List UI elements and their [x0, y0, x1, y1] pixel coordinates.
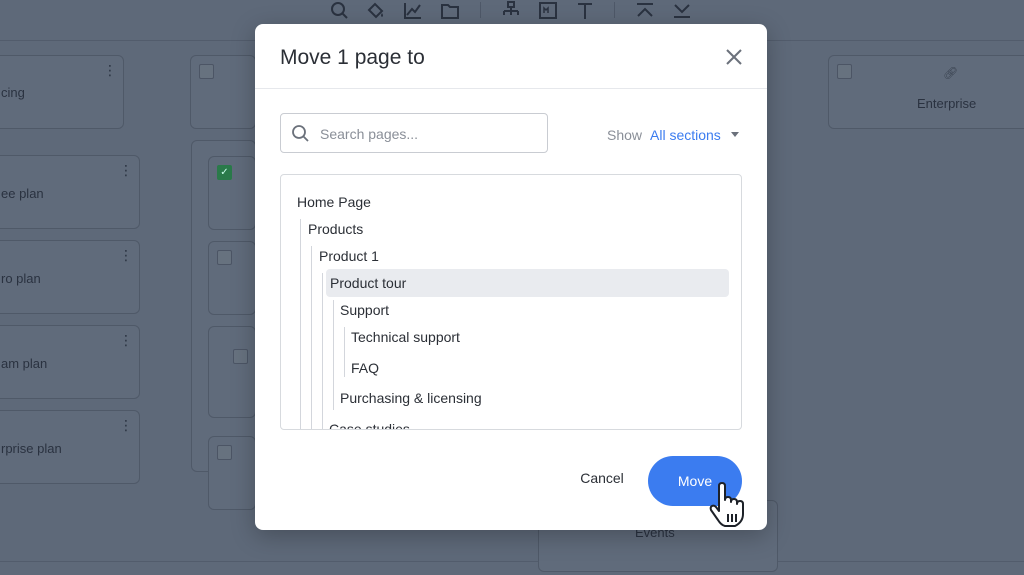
- card-label: ee plan: [1, 186, 44, 201]
- dialog-header: Move 1 page to: [255, 24, 767, 89]
- search-box: [280, 113, 548, 154]
- cancel-button[interactable]: Cancel: [567, 470, 637, 492]
- card-label: ro plan: [1, 271, 41, 286]
- card-label: Enterprise: [917, 96, 977, 111]
- card-label: rprise plan: [1, 441, 62, 456]
- card-checkbox: [199, 64, 214, 79]
- tree-item-purchasing-licensing[interactable]: Purchasing & licensing: [340, 390, 482, 410]
- tree-item-technical-support[interactable]: Technical support: [351, 329, 460, 349]
- sitemap-icon[interactable]: [500, 0, 522, 22]
- page-tree[interactable]: Home Page Products Product 1 Product tou…: [280, 174, 742, 430]
- link-icon: 🔗︎: [943, 66, 959, 80]
- background-card: rprise plan ⋮: [0, 410, 140, 484]
- more-options-icon: ⋮: [119, 332, 133, 348]
- card-label: cing: [1, 85, 25, 100]
- card-checkbox: [837, 64, 852, 79]
- show-label: Show: [607, 127, 643, 143]
- chevron-down-icon[interactable]: [730, 129, 740, 139]
- card-checkbox: [233, 349, 248, 364]
- more-options-icon: ⋮: [119, 247, 133, 263]
- search-icon: [292, 125, 309, 142]
- text-icon[interactable]: [574, 0, 596, 22]
- background-card: ro plan ⋮: [0, 240, 140, 314]
- close-icon: [726, 49, 742, 65]
- card-checkbox-checked: ✓: [217, 165, 232, 180]
- background-card: 🔗︎ Enterprise: [828, 55, 1024, 129]
- background-card: am plan ⋮: [0, 325, 140, 399]
- move-page-dialog: Move 1 page to Show All sections Home Pa…: [255, 24, 767, 530]
- section-filter-dropdown[interactable]: All sections: [650, 127, 721, 143]
- more-options-icon: ⋮: [119, 417, 133, 433]
- collapse-down-icon[interactable]: [671, 0, 693, 22]
- paint-bucket-icon[interactable]: [365, 0, 387, 22]
- tree-item-product-1[interactable]: Product 1: [319, 248, 379, 268]
- search-icon[interactable]: [328, 0, 350, 22]
- toolbar-divider: [480, 2, 481, 18]
- card-label: am plan: [1, 356, 48, 371]
- markdown-icon[interactable]: [537, 0, 559, 22]
- background-card: [208, 326, 256, 418]
- dialog-title: Move 1 page to: [280, 46, 425, 69]
- close-button[interactable]: [721, 44, 747, 70]
- canvas-divider: [0, 561, 1024, 562]
- search-input[interactable]: [318, 114, 542, 154]
- tree-guide-line: [322, 273, 323, 429]
- folder-icon[interactable]: [439, 0, 461, 22]
- background-card: cing ⋮: [0, 55, 124, 129]
- more-options-icon: ⋮: [103, 62, 117, 78]
- card-checkbox: [217, 445, 232, 460]
- tree-guide-line: [333, 300, 334, 410]
- tree-guide-line: [311, 246, 312, 429]
- tree-item-product-tour[interactable]: Product tour: [326, 269, 729, 297]
- toolbar-divider: [614, 2, 615, 18]
- background-card: [208, 241, 256, 315]
- toolbar: [0, 0, 1024, 22]
- tree-item-products[interactable]: Products: [308, 221, 363, 241]
- tree-item-faq[interactable]: FAQ: [351, 360, 379, 380]
- tree-item-home-page[interactable]: Home Page: [297, 194, 371, 214]
- background-card: [190, 55, 256, 129]
- background-card: [208, 436, 256, 510]
- hand-pointer-cursor-icon: [709, 482, 744, 527]
- more-options-icon: ⋮: [119, 162, 133, 178]
- background-card: ee plan ⋮: [0, 155, 140, 229]
- tree-item-case-studies[interactable]: Case studies: [329, 421, 410, 429]
- card-checkbox: [217, 250, 232, 265]
- chart-icon[interactable]: [402, 0, 424, 22]
- tree-item-support[interactable]: Support: [340, 302, 389, 322]
- background-card: ✓: [208, 156, 256, 230]
- tree-guide-line: [300, 219, 301, 429]
- collapse-up-icon[interactable]: [634, 0, 656, 22]
- tree-guide-line: [344, 327, 345, 377]
